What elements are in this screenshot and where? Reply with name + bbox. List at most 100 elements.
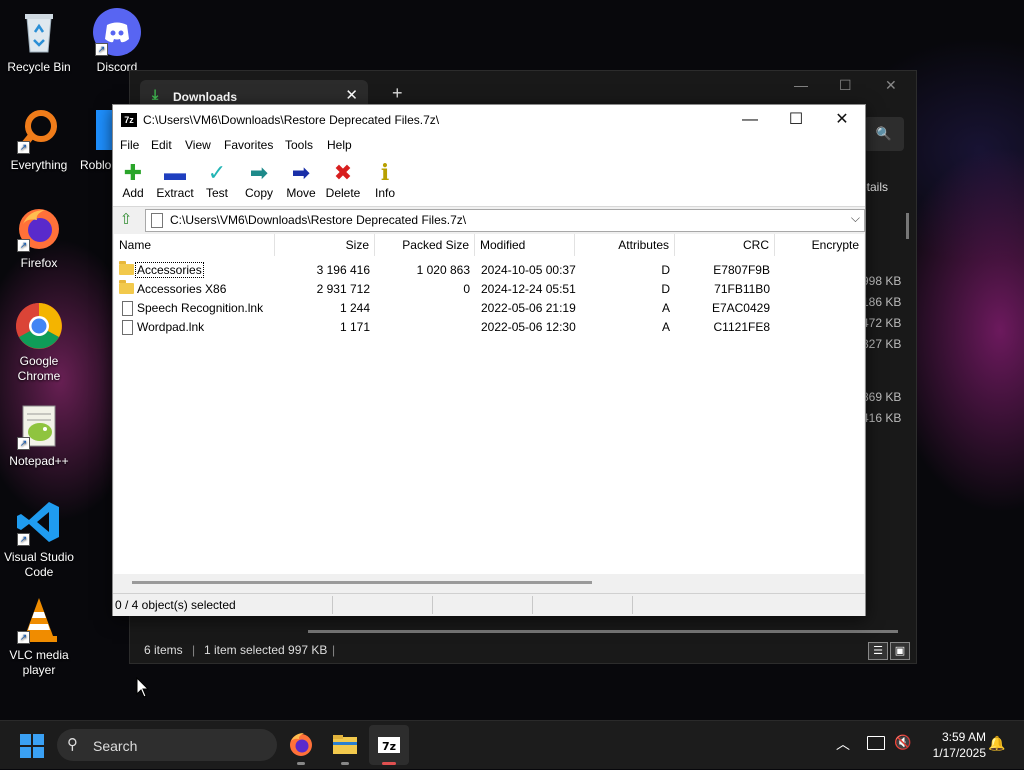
desktop-icon-discord[interactable]: ↗ Discord bbox=[78, 8, 156, 75]
shortcut-arrow-icon: ↗ bbox=[17, 239, 30, 252]
clock-time: 3:59 AM bbox=[941, 730, 986, 744]
table-row[interactable]: Accessories 3 196 416 1 020 863 2024-10-… bbox=[114, 261, 864, 280]
new-tab-button[interactable]: + bbox=[392, 83, 403, 104]
file-name: Accessories X86 bbox=[137, 282, 227, 296]
windows-logo-icon bbox=[20, 734, 31, 745]
desktop-icon-label: Google Chrome bbox=[17, 354, 61, 383]
desktop-icon-everything[interactable]: ↗ Everything bbox=[0, 106, 78, 173]
close-button[interactable]: ✕ bbox=[819, 105, 865, 135]
file-size: 472 KB bbox=[862, 316, 902, 330]
tiles-view-icon[interactable]: ▣ bbox=[890, 642, 910, 660]
extract-icon: ▬ bbox=[164, 160, 186, 185]
column-header-attributes[interactable]: Attributes bbox=[575, 234, 675, 256]
table-row[interactable]: Wordpad.lnk 1 171 2022-05-06 12:30 A C11… bbox=[114, 318, 864, 337]
column-header-modified[interactable]: Modified bbox=[475, 234, 575, 256]
file-packed-size: 1 020 863 bbox=[416, 263, 470, 277]
column-header-crc[interactable]: CRC bbox=[675, 234, 775, 256]
file-size: 1 244 bbox=[339, 301, 370, 315]
mouse-cursor-icon bbox=[136, 676, 150, 704]
menu-view[interactable]: View bbox=[185, 138, 211, 152]
copy-button[interactable]: ➡ Copy bbox=[236, 160, 282, 200]
chevron-up-icon[interactable]: ︿ bbox=[836, 734, 850, 754]
file-modified: 2024-10-05 00:37 bbox=[481, 263, 576, 277]
folder-up-icon[interactable]: ⇧ bbox=[117, 211, 135, 229]
volume-muted-icon[interactable]: 🔇 bbox=[894, 734, 911, 751]
delete-button[interactable]: ✖ Delete bbox=[320, 160, 366, 200]
column-header-encrypted[interactable]: Encrypte bbox=[775, 234, 864, 256]
column-header-name[interactable]: Name bbox=[114, 234, 275, 256]
add-button[interactable]: ✚ Add bbox=[110, 160, 156, 200]
desktop-icon-notepadpp[interactable]: ↗ Notepad++ bbox=[0, 402, 78, 469]
address-field[interactable]: C:\Users\VM6\Downloads\Restore Deprecate… bbox=[145, 209, 865, 232]
menu-file[interactable]: File bbox=[120, 138, 139, 152]
desktop-icon-vlc[interactable]: ↗ VLC media player bbox=[0, 596, 78, 678]
minimize-button[interactable]: — bbox=[727, 105, 773, 135]
folder-icon bbox=[119, 261, 134, 275]
desktop-icon-label: Recycle Bin bbox=[7, 60, 71, 74]
taskbar-file-explorer[interactable] bbox=[325, 725, 365, 765]
network-icon[interactable] bbox=[867, 736, 885, 750]
details-view-icon[interactable]: ☰ bbox=[868, 642, 888, 660]
explorer-search-button[interactable]: 🔍 bbox=[864, 117, 904, 151]
download-icon: ⤓ bbox=[152, 86, 159, 102]
shortcut-arrow-icon: ↗ bbox=[17, 437, 30, 450]
shortcut-arrow-icon: ↗ bbox=[17, 141, 30, 154]
column-header-packed-size[interactable]: Packed Size bbox=[375, 234, 475, 256]
table-row[interactable]: Speech Recognition.lnk 1 244 2022-05-06 … bbox=[114, 299, 864, 318]
file-size: 998 KB bbox=[862, 274, 902, 288]
explorer-close-button[interactable]: ✕ bbox=[885, 77, 897, 94]
desktop-icon-chrome[interactable]: Google Chrome bbox=[0, 302, 78, 384]
menu-edit[interactable]: Edit bbox=[151, 138, 172, 152]
column-header-size[interactable]: Size bbox=[275, 234, 375, 256]
desktop-icon-firefox[interactable]: ↗ Firefox bbox=[0, 204, 78, 271]
scrollbar-thumb[interactable] bbox=[132, 581, 592, 584]
table-row[interactable]: Accessories X86 2 931 712 0 2024-12-24 0… bbox=[114, 280, 864, 299]
test-button[interactable]: ✓ Test bbox=[194, 160, 240, 200]
explorer-maximize-button[interactable]: ☐ bbox=[839, 77, 852, 94]
menu-help[interactable]: Help bbox=[327, 138, 352, 152]
status-divider bbox=[632, 596, 633, 614]
windows-logo-tile bbox=[20, 747, 31, 758]
explorer-vertical-scrollbar[interactable] bbox=[906, 213, 909, 239]
horizontal-scrollbar[interactable] bbox=[114, 574, 864, 591]
7zip-window[interactable]: 7z C:\Users\VM6\Downloads\Restore Deprec… bbox=[112, 104, 866, 616]
close-tab-icon[interactable]: ✕ bbox=[345, 86, 358, 104]
desktop-icon-label: Roblo bbox=[80, 158, 112, 172]
shortcut-file-icon bbox=[122, 301, 133, 316]
maximize-button[interactable]: ☐ bbox=[773, 105, 819, 135]
extract-button[interactable]: ▬ Extract bbox=[152, 160, 198, 200]
address-bar: ⇧ C:\Users\VM6\Downloads\Restore Depreca… bbox=[113, 207, 865, 233]
everything-icon: ↗ bbox=[15, 106, 63, 154]
file-modified: 2022-05-06 12:30 bbox=[481, 320, 576, 334]
add-label: Add bbox=[122, 186, 144, 200]
folder-icon bbox=[333, 735, 357, 754]
test-label: Test bbox=[205, 186, 228, 200]
desktop-icon-vscode[interactable]: ↗ Visual Studio Code bbox=[0, 498, 78, 580]
7zip-title-bar[interactable]: 7z C:\Users\VM6\Downloads\Restore Deprec… bbox=[113, 105, 865, 135]
chevron-down-icon[interactable]: ⌵ bbox=[851, 211, 860, 226]
desktop-icon-recycle-bin[interactable]: Recycle Bin bbox=[0, 8, 78, 75]
notification-bell-icon[interactable]: 🔔 bbox=[988, 735, 1005, 752]
desktop-icon-roblox[interactable]: Roblo bbox=[72, 106, 112, 173]
info-button[interactable]: i Info bbox=[362, 160, 408, 200]
vscode-icon: ↗ bbox=[15, 498, 63, 546]
start-button[interactable] bbox=[20, 734, 44, 758]
toolbar: ✚ Add ▬ Extract ✓ Test ➡ Copy ➡ Move ✖ D… bbox=[113, 156, 865, 207]
archive-file-icon bbox=[151, 213, 163, 228]
running-indicator bbox=[297, 762, 305, 765]
folder-icon bbox=[119, 280, 134, 294]
active-indicator bbox=[382, 762, 396, 765]
windows-logo-tile bbox=[33, 747, 44, 758]
file-list: Name Size Packed Size Modified Attribute… bbox=[114, 234, 864, 591]
system-clock[interactable]: 3:59 AM 1/17/2025 bbox=[920, 729, 986, 761]
menu-tools[interactable]: Tools bbox=[285, 138, 313, 152]
explorer-horizontal-scrollbar[interactable] bbox=[308, 630, 898, 633]
taskbar-7zip[interactable]: 7z bbox=[369, 725, 409, 765]
roblox-icon bbox=[92, 106, 112, 154]
move-button[interactable]: ➡ Move bbox=[278, 160, 324, 200]
firefox-icon bbox=[290, 733, 312, 756]
menu-favorites[interactable]: Favorites bbox=[224, 138, 273, 152]
taskbar-search-box[interactable]: ⚲ Search bbox=[57, 729, 277, 761]
explorer-minimize-button[interactable]: — bbox=[794, 77, 808, 93]
taskbar-firefox[interactable] bbox=[281, 725, 321, 765]
